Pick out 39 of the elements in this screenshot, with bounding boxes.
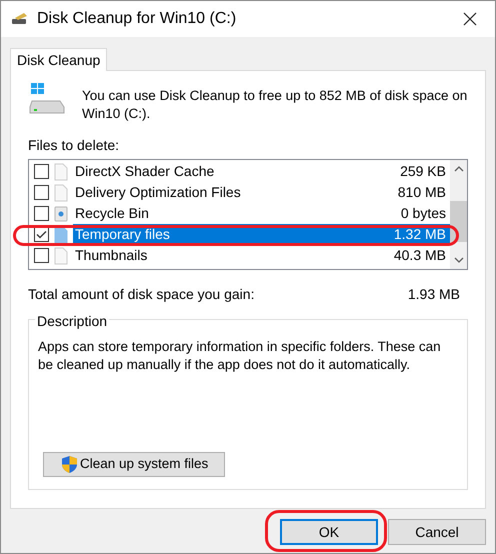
scroll-thumb[interactable]	[450, 201, 467, 242]
checkbox[interactable]	[34, 206, 49, 221]
total-label: Total amount of disk space you gain:	[28, 285, 254, 304]
file-icon	[54, 162, 68, 180]
shield-icon	[61, 455, 78, 474]
file-row[interactable]: Recycle Bin 0 bytes	[34, 203, 450, 224]
file-name: DirectX Shader Cache	[75, 162, 214, 181]
file-name: Recycle Bin	[75, 204, 149, 223]
checkbox[interactable]	[34, 248, 49, 263]
file-name: Thumbnails	[75, 246, 148, 265]
window-title: Disk Cleanup for Win10 (C:)	[37, 9, 236, 29]
files-label: Files to delete:	[28, 136, 120, 155]
file-row[interactable]: DirectX Shader Cache 259 KB	[34, 161, 450, 182]
file-row[interactable]: Delivery Optimization Files 810 MB	[34, 182, 450, 203]
file-size: 0 bytes	[400, 204, 446, 223]
total-value: 1.93 MB	[408, 285, 460, 304]
dialog-button[interactable]: OK	[280, 519, 378, 545]
clean-up-button[interactable]: Clean up system files	[43, 452, 225, 477]
file-name: Temporary files	[75, 225, 170, 244]
recycle-bin-icon	[54, 205, 68, 222]
close-icon	[463, 12, 477, 26]
checkmark-icon	[36, 230, 47, 239]
tab[interactable]: Disk Cleanup	[10, 48, 108, 71]
file-size: 1.32 MB	[394, 225, 446, 244]
checkbox[interactable]	[34, 164, 49, 179]
dialog-button[interactable]: Cancel	[388, 519, 486, 545]
file-icon	[54, 246, 68, 264]
disk-cleanup-icon	[11, 12, 29, 26]
file-size: 40.3 MB	[394, 246, 446, 265]
file-name: Delivery Optimization Files	[75, 183, 241, 202]
file-size: 810 MB	[398, 183, 446, 202]
file-size: 259 KB	[400, 162, 446, 181]
file-icon	[54, 184, 68, 202]
checkbox[interactable]	[34, 185, 49, 200]
description-text: Apps can store temporary information in specific folders. These can be cleaned up manually if the app does not do it automatically.	[38, 338, 442, 374]
scrollbar[interactable]	[450, 160, 467, 269]
checkbox[interactable]	[34, 227, 49, 242]
intro-text: You can use Disk Cleanup to free up to 852 MB of disk space on Win10 (C:).	[82, 87, 468, 123]
file-row[interactable]: Thumbnails 40.3 MB	[34, 245, 450, 266]
